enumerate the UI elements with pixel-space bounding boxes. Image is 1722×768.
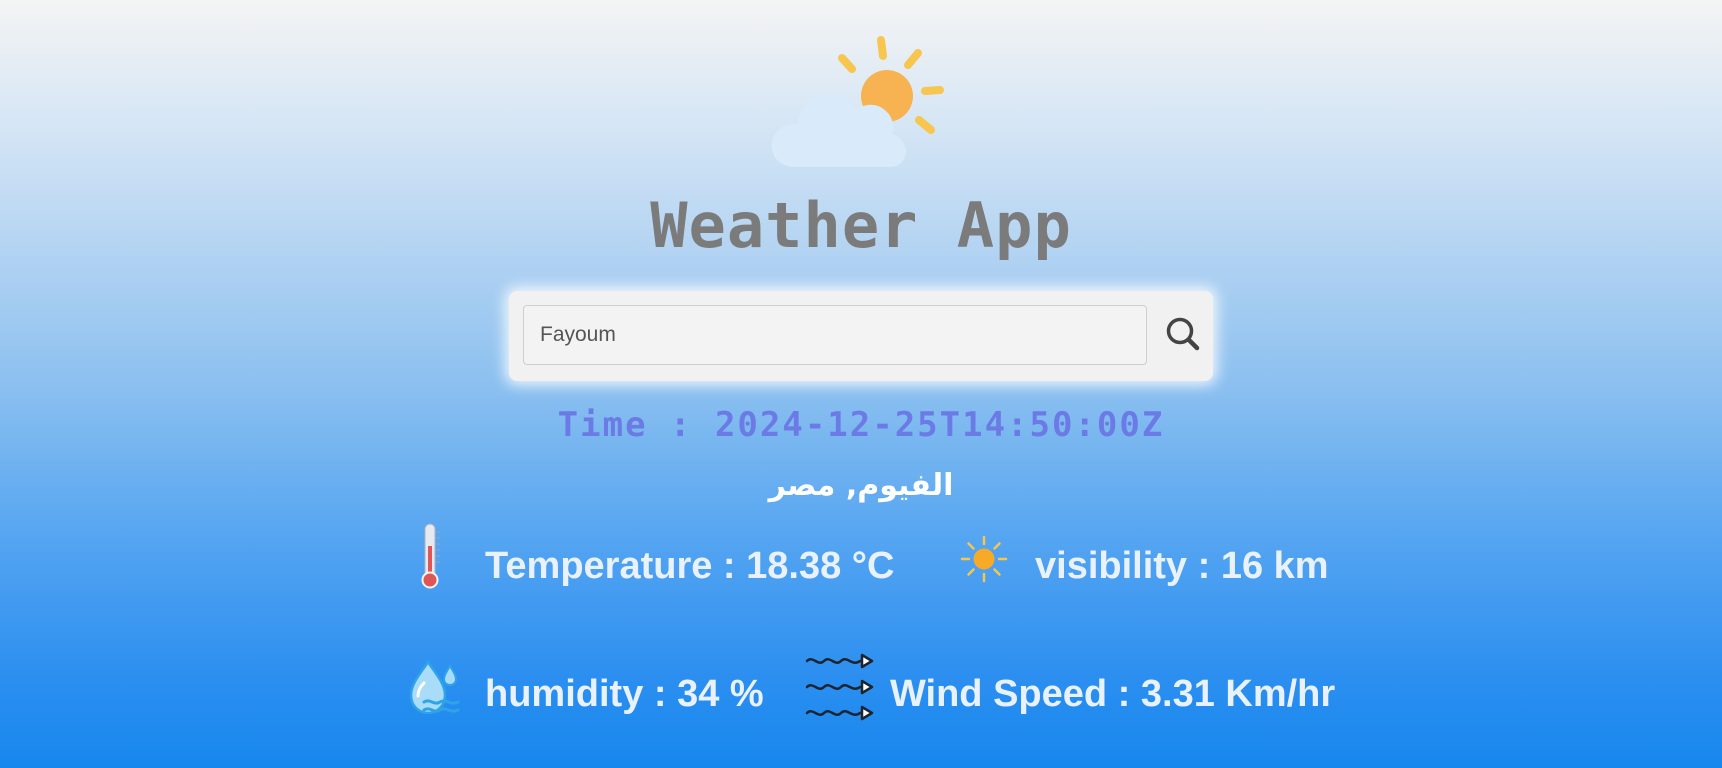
visibility-value: visibility : 16 km [1035,545,1329,587]
location-label: الفيوم, مصر [768,468,954,503]
app-title: Weather App [650,189,1072,262]
wind-icon [805,653,874,721]
sun-behind-cloud-icon [771,36,944,167]
search-icon [1166,317,1200,351]
temperature-value: Temperature : 18.38 °C [485,545,895,587]
search-button[interactable] [1162,313,1206,357]
time-label: Time : 2024-12-25T14:50:00Z [557,405,1165,445]
humidity-value: humidity : 34 % [485,673,764,715]
search-input[interactable] [523,305,1147,365]
search-bar [509,291,1213,381]
wind-speed-value: Wind Speed : 3.31 Km/hr [890,673,1336,715]
water-drop-icon [409,659,460,715]
sun-icon [960,535,1008,583]
thermometer-icon [421,523,440,589]
